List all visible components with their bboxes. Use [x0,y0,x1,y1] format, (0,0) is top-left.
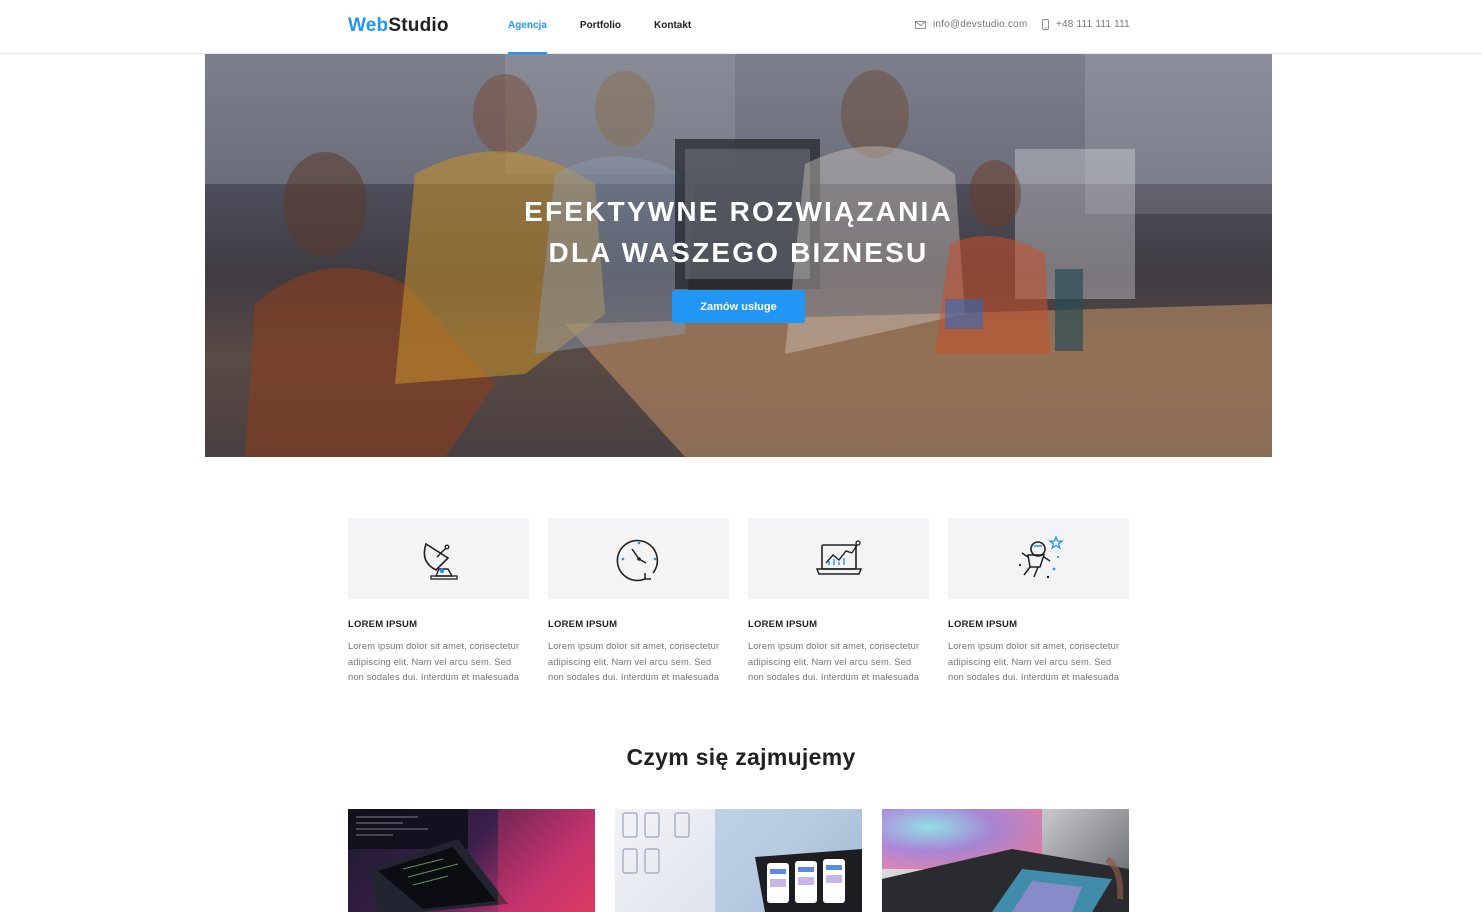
mobile-phone-icon [1042,19,1049,30]
feature-text-line: non sodales dui. Interdum et malesuada [348,672,520,682]
feature-icon-box [948,518,1129,599]
service-card-image[interactable] [615,809,862,912]
logo-studio: Studio [388,15,449,36]
nav-item-kontakt[interactable]: Kontakt [654,0,691,54]
contact-phone-text: +48 111 111 111 [1056,19,1130,30]
hero-title-line1: EFEKTYWNE ROZWIĄZANIA [524,196,953,227]
feature-icon-box [348,518,529,599]
hero-banner: EFEKTYWNE ROZWIĄZANIA DLA WASZEGO BIZNES… [205,54,1272,457]
hero-title: EFEKTYWNE ROZWIĄZANIA DLA WASZEGO BIZNES… [205,191,1272,273]
feature-text-line: Lorem ipsum dolor sit amet, consectetur [548,641,720,651]
feature-icon-box [748,518,929,599]
feature-text-line: adipiscing elit. Nam vel arcu sem. Sed [548,656,712,667]
feature-text-line: non sodales dui. Interdum et malesuada [948,672,1120,682]
order-service-button[interactable]: Zamów usługe [672,290,805,323]
feature-card: LOREM IPSUM Lorem ipsum dolor sit amet, … [748,518,929,686]
laptop-chart-icon [815,539,862,575]
feature-text-line: adipiscing elit. Nam vel arcu sem. Sed [348,656,512,667]
feature-text-line: Lorem ipsum dolor sit amet, consectetur [748,641,920,651]
feature-text-line: Lorem ipsum dolor sit amet, consectetur [348,641,520,651]
design-tablet-image [882,809,1129,912]
coding-tablet-image [348,809,595,912]
feature-text-line: adipiscing elit. Nam vel arcu sem. Sed [748,656,912,667]
service-card-image[interactable] [348,809,595,912]
feature-card: LOREM IPSUM Lorem ipsum dolor sit amet, … [548,518,729,686]
feature-text: Lorem ipsum dolor sit amet, consectetur … [948,639,1129,686]
feature-text: Lorem ipsum dolor sit amet, consectetur … [748,639,929,686]
feature-icon-box [548,518,729,599]
feature-text-line: non sodales dui. Interdum et malesuada [748,672,920,682]
contact-phone[interactable]: +48 111 111 111 [1042,19,1130,30]
service-card-image[interactable] [882,809,1129,912]
feature-card: LOREM IPSUM Lorem ipsum dolor sit amet, … [348,518,529,686]
mobile-design-image [622,809,862,912]
contact-email-text: info@devstudio.com [933,19,1028,30]
feature-title: LOREM IPSUM [948,619,1018,630]
feature-text: Lorem ipsum dolor sit amet, consectetur … [548,639,729,686]
clock-icon [616,539,658,581]
feature-text-line: non sodales dui. Interdum et malesuada [548,672,720,682]
envelope-icon [915,20,926,29]
feature-text-line: adipiscing elit. Nam vel arcu sem. Sed [948,656,1112,667]
feature-title: LOREM IPSUM [348,619,418,630]
nav-item-portfolio[interactable]: Portfolio [580,0,621,54]
nav-item-agencja[interactable]: Agencja [508,0,547,55]
feature-title: LOREM IPSUM [548,619,618,630]
feature-card: LOREM IPSUM Lorem ipsum dolor sit amet, … [948,518,1129,686]
section-title: Czym się zajmujemy [626,744,856,770]
logo-web: Web [348,15,389,36]
main-nav: Agencja Portfolio Kontakt [508,0,724,55]
feature-text-line: Lorem ipsum dolor sit amet, consectetur [948,641,1120,651]
site-header: WebStudio Agencja Portfolio Kontakt info… [0,0,1482,55]
contact-email[interactable]: info@devstudio.com [915,19,1027,30]
feature-text: Lorem ipsum dolor sit amet, consectetur … [348,639,529,686]
astronaut-icon [1018,534,1064,578]
hero-title-line2: DLA WASZEGO BIZNESU [548,237,929,268]
feature-title: LOREM IPSUM [748,619,818,630]
satellite-dish-icon [423,542,458,580]
logo[interactable]: WebStudio [348,15,449,37]
